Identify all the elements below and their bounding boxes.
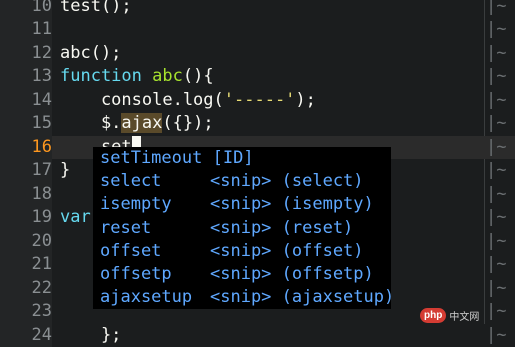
completion-word: reset <box>100 217 210 240</box>
line-number: 24 <box>0 324 52 347</box>
line-number: 23 <box>0 300 52 324</box>
code-plain: console.log( <box>60 90 224 110</box>
code-line[interactable]: 14 console.log('-----'); |~ <box>0 89 515 113</box>
right-margin-marker: |~ <box>486 89 506 113</box>
code-line[interactable]: 10 test(); |~ <box>0 0 515 18</box>
completion-item[interactable]: setTimeout [ID] <box>93 147 391 170</box>
code-keyword: function <box>60 66 142 86</box>
line-number: 13 <box>0 65 52 89</box>
code-keyword: var <box>60 207 91 227</box>
completion-menu-info: [ID] <box>213 148 254 168</box>
right-margin-marker: |~ <box>486 159 506 183</box>
right-margin-marker: |~ <box>486 183 506 207</box>
code-function-name: abc <box>152 66 183 86</box>
completion-item[interactable]: ajaxsetup<snip> (ajaxsetup) <box>93 286 391 309</box>
code-text[interactable]: console.log('-----'); <box>60 89 316 113</box>
right-margin-marker: |~ <box>486 253 506 277</box>
watermark-text: 中文网 <box>449 308 479 323</box>
completion-menu-info: <snip> (select) <box>210 171 364 191</box>
right-margin-marker: |~ <box>486 324 506 347</box>
code-text[interactable]: abc(); <box>60 42 121 66</box>
code-text[interactable]: test(); <box>60 0 132 18</box>
completion-item[interactable]: offsetp<snip> (offsetp) <box>93 263 391 286</box>
completion-menu-info: <snip> (isempty) <box>210 194 374 214</box>
line-number: 15 <box>0 112 52 136</box>
line-number: 12 <box>0 42 52 66</box>
code-plain: test(); <box>60 0 132 16</box>
code-line[interactable]: 12 abc(); |~ <box>0 42 515 66</box>
code-plain: abc(); <box>60 43 121 63</box>
completion-popup: setTimeout [ID]select<snip> (select)isem… <box>93 147 391 309</box>
line-number: 11 <box>0 18 52 42</box>
watermark-badge: php <box>420 308 446 323</box>
watermark-logo: php 中文网 <box>420 307 515 324</box>
completion-word: setTimeout <box>100 147 202 170</box>
completion-menu-info: <snip> (ajaxsetup) <box>210 287 394 307</box>
completion-word: select <box>100 170 210 193</box>
code-plain: ); <box>295 90 315 110</box>
line-number: 18 <box>0 183 52 207</box>
completion-word: isempty <box>100 193 210 216</box>
line-number: 20 <box>0 230 52 254</box>
line-number: 22 <box>0 277 52 301</box>
code-text[interactable]: var <box>60 206 91 230</box>
completion-word: ajaxsetup <box>100 286 210 309</box>
completion-item[interactable]: isempty<snip> (isempty) <box>93 193 391 216</box>
right-margin-marker: |~ <box>486 277 506 301</box>
right-margin-marker: |~ <box>486 18 506 42</box>
right-margin-marker: |~ <box>486 0 506 18</box>
completion-item[interactable]: select<snip> (select) <box>93 170 391 193</box>
code-line[interactable]: 13 function abc(){ |~ <box>0 65 515 89</box>
code-text[interactable]: } <box>60 159 70 183</box>
line-number: 14 <box>0 89 52 113</box>
completion-item[interactable]: reset<snip> (reset) <box>93 217 391 240</box>
completion-menu-info: <snip> (offsetp) <box>210 264 374 284</box>
right-margin-marker: |~ <box>486 136 506 160</box>
completion-word: offset <box>100 240 210 263</box>
code-plain: }; <box>60 325 121 345</box>
code-text[interactable]: }; <box>60 324 121 347</box>
code-search-highlight: ajax <box>121 113 162 133</box>
right-margin-marker: |~ <box>486 112 506 136</box>
code-text[interactable]: function abc(){ <box>60 65 214 89</box>
line-number: 10 <box>0 0 52 18</box>
code-line[interactable]: 15 $.ajax({}); |~ <box>0 112 515 136</box>
line-number: 16 <box>0 136 52 160</box>
right-margin-marker: |~ <box>486 230 506 254</box>
right-margin-marker: |~ <box>486 206 506 230</box>
code-plain: ({}); <box>162 113 213 133</box>
completion-word: offsetp <box>100 263 210 286</box>
right-margin-marker: |~ <box>486 42 506 66</box>
code-plain: $. <box>60 113 121 133</box>
code-plain: } <box>60 160 70 180</box>
completion-menu-info: <snip> (offset) <box>210 241 364 261</box>
line-number: 19 <box>0 206 52 230</box>
line-number: 17 <box>0 159 52 183</box>
code-plain: (){ <box>183 66 214 86</box>
code-line[interactable]: 24 }; |~ <box>0 324 515 347</box>
code-line[interactable]: 11 |~ <box>0 18 515 42</box>
completion-item[interactable]: offset<snip> (offset) <box>93 240 391 263</box>
code-string: '-----' <box>224 90 296 110</box>
line-number: 21 <box>0 253 52 277</box>
completion-menu-info: <snip> (reset) <box>210 218 353 238</box>
code-text[interactable]: $.ajax({}); <box>60 112 214 136</box>
right-margin-marker: |~ <box>486 65 506 89</box>
